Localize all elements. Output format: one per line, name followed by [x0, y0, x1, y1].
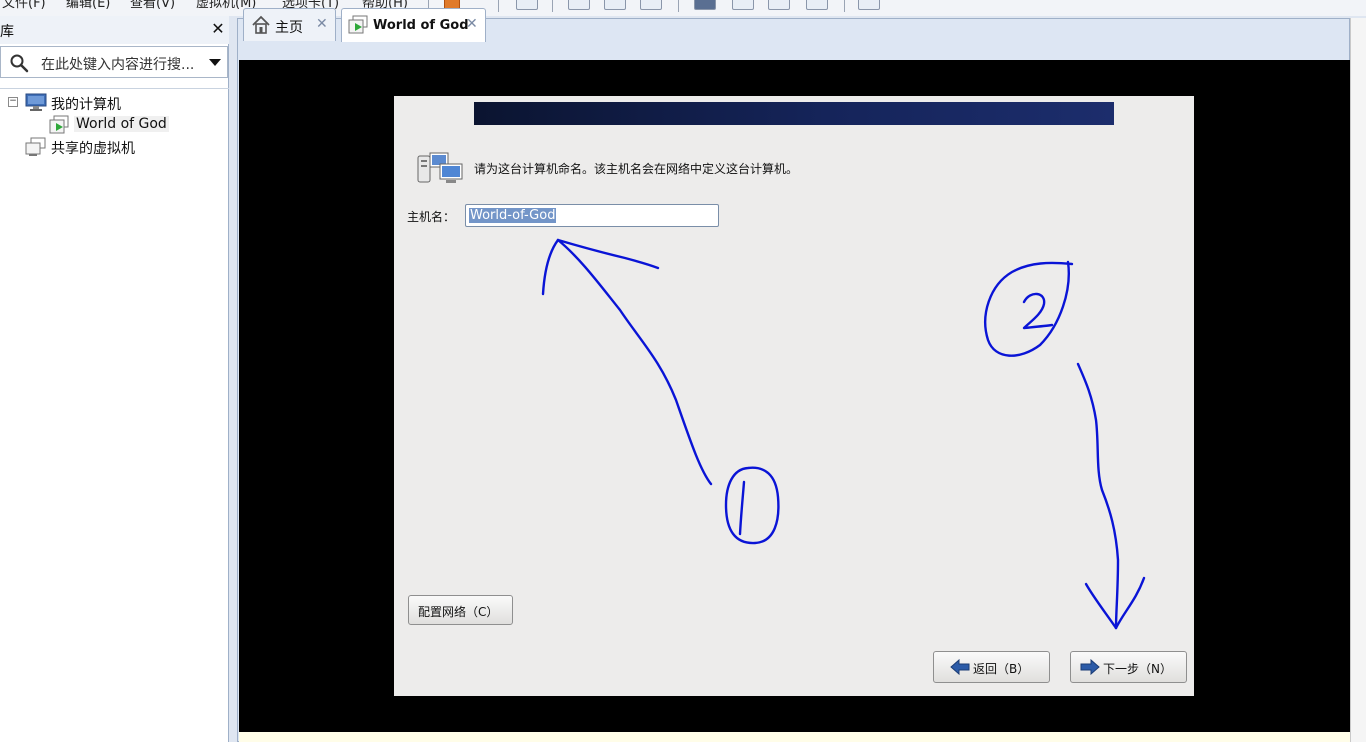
- home-icon: [252, 15, 270, 34]
- hostname-label: 主机名：: [407, 210, 456, 224]
- view-unity-icon[interactable]: [806, 0, 828, 10]
- tab-home-label: 主页: [275, 20, 303, 36]
- hostname-input[interactable]: World-of-God: [465, 204, 719, 227]
- library-search-input[interactable]: 在此处键入内容进行搜...: [0, 46, 228, 78]
- library-close-icon[interactable]: ✕: [209, 19, 227, 38]
- installer-banner: [474, 102, 1114, 125]
- tree-item-vm[interactable]: World of God: [74, 116, 169, 132]
- menu-bar: 文件(F) 编辑(E) 查看(V) 虚拟机(M) 选项卡(T) 帮助(H): [0, 0, 1366, 16]
- search-placeholder: 在此处键入内容进行搜...: [41, 57, 195, 73]
- toolbar-separator: [552, 0, 553, 12]
- hostname-prompt: 请为这台计算机命名。该主机名会在网络中定义这台计算机。: [474, 162, 799, 176]
- installer-dialog: 请为这台计算机命名。该主机名会在网络中定义这台计算机。 主机名： World-o…: [394, 96, 1194, 696]
- computer-icon: [25, 93, 47, 111]
- toolbar-separator: [498, 0, 499, 12]
- shared-vms-icon: [25, 137, 46, 156]
- network-computers-icon: [417, 152, 463, 183]
- menu-view[interactable]: 查看(V): [130, 0, 175, 11]
- library-title: 库: [0, 24, 14, 40]
- status-strip: [239, 732, 1350, 742]
- tab-home-close-icon[interactable]: ✕: [316, 16, 328, 32]
- tree-item-shared[interactable]: 共享的虚拟机: [51, 138, 135, 158]
- next-arrow-icon: [1080, 659, 1100, 675]
- snapshot-manager-icon[interactable]: [640, 0, 662, 10]
- back-arrow-icon: [950, 659, 970, 675]
- view-fullscreen-icon[interactable]: [768, 0, 790, 10]
- toolbar-separator: [844, 0, 845, 12]
- vm-icon: [348, 15, 368, 34]
- back-button[interactable]: 返回（B）: [933, 651, 1050, 683]
- revert-snapshot-icon[interactable]: [604, 0, 626, 10]
- tab-home[interactable]: 主页 ✕: [243, 8, 336, 41]
- configure-network-label: 配置网络（C）: [418, 605, 499, 619]
- back-label: 返回（B）: [973, 662, 1030, 676]
- tab-world-of-god[interactable]: World of God ✕: [341, 8, 486, 42]
- vm-icon: [49, 115, 69, 134]
- search-dropdown-icon[interactable]: [209, 59, 221, 66]
- next-label: 下一步（N）: [1103, 662, 1172, 676]
- snapshot-icon[interactable]: [568, 0, 590, 10]
- hostname-value: World-of-God: [469, 208, 557, 223]
- tree-collapse-icon[interactable]: −: [8, 97, 18, 107]
- menu-file[interactable]: 文件(F): [2, 0, 46, 11]
- configure-network-button[interactable]: 配置网络（C）: [408, 595, 513, 625]
- view-thumbnail-icon[interactable]: [732, 0, 754, 10]
- tab-vm-label: World of God: [373, 18, 469, 33]
- console-view-icon[interactable]: [858, 0, 880, 10]
- view-sidebar-icon[interactable]: [694, 0, 716, 10]
- divider: [0, 88, 229, 89]
- tab-vm-close-icon[interactable]: ✕: [466, 16, 478, 32]
- next-button[interactable]: 下一步（N）: [1070, 651, 1187, 683]
- menu-edit[interactable]: 编辑(E): [66, 0, 110, 11]
- right-panel-edge: [1350, 18, 1366, 742]
- toolbar-separator: [678, 0, 679, 12]
- send-keys-icon[interactable]: [516, 0, 538, 10]
- search-icon: [10, 54, 29, 73]
- library-header: 库 ✕: [0, 16, 229, 44]
- tree-item-my-computer[interactable]: 我的计算机: [51, 94, 121, 114]
